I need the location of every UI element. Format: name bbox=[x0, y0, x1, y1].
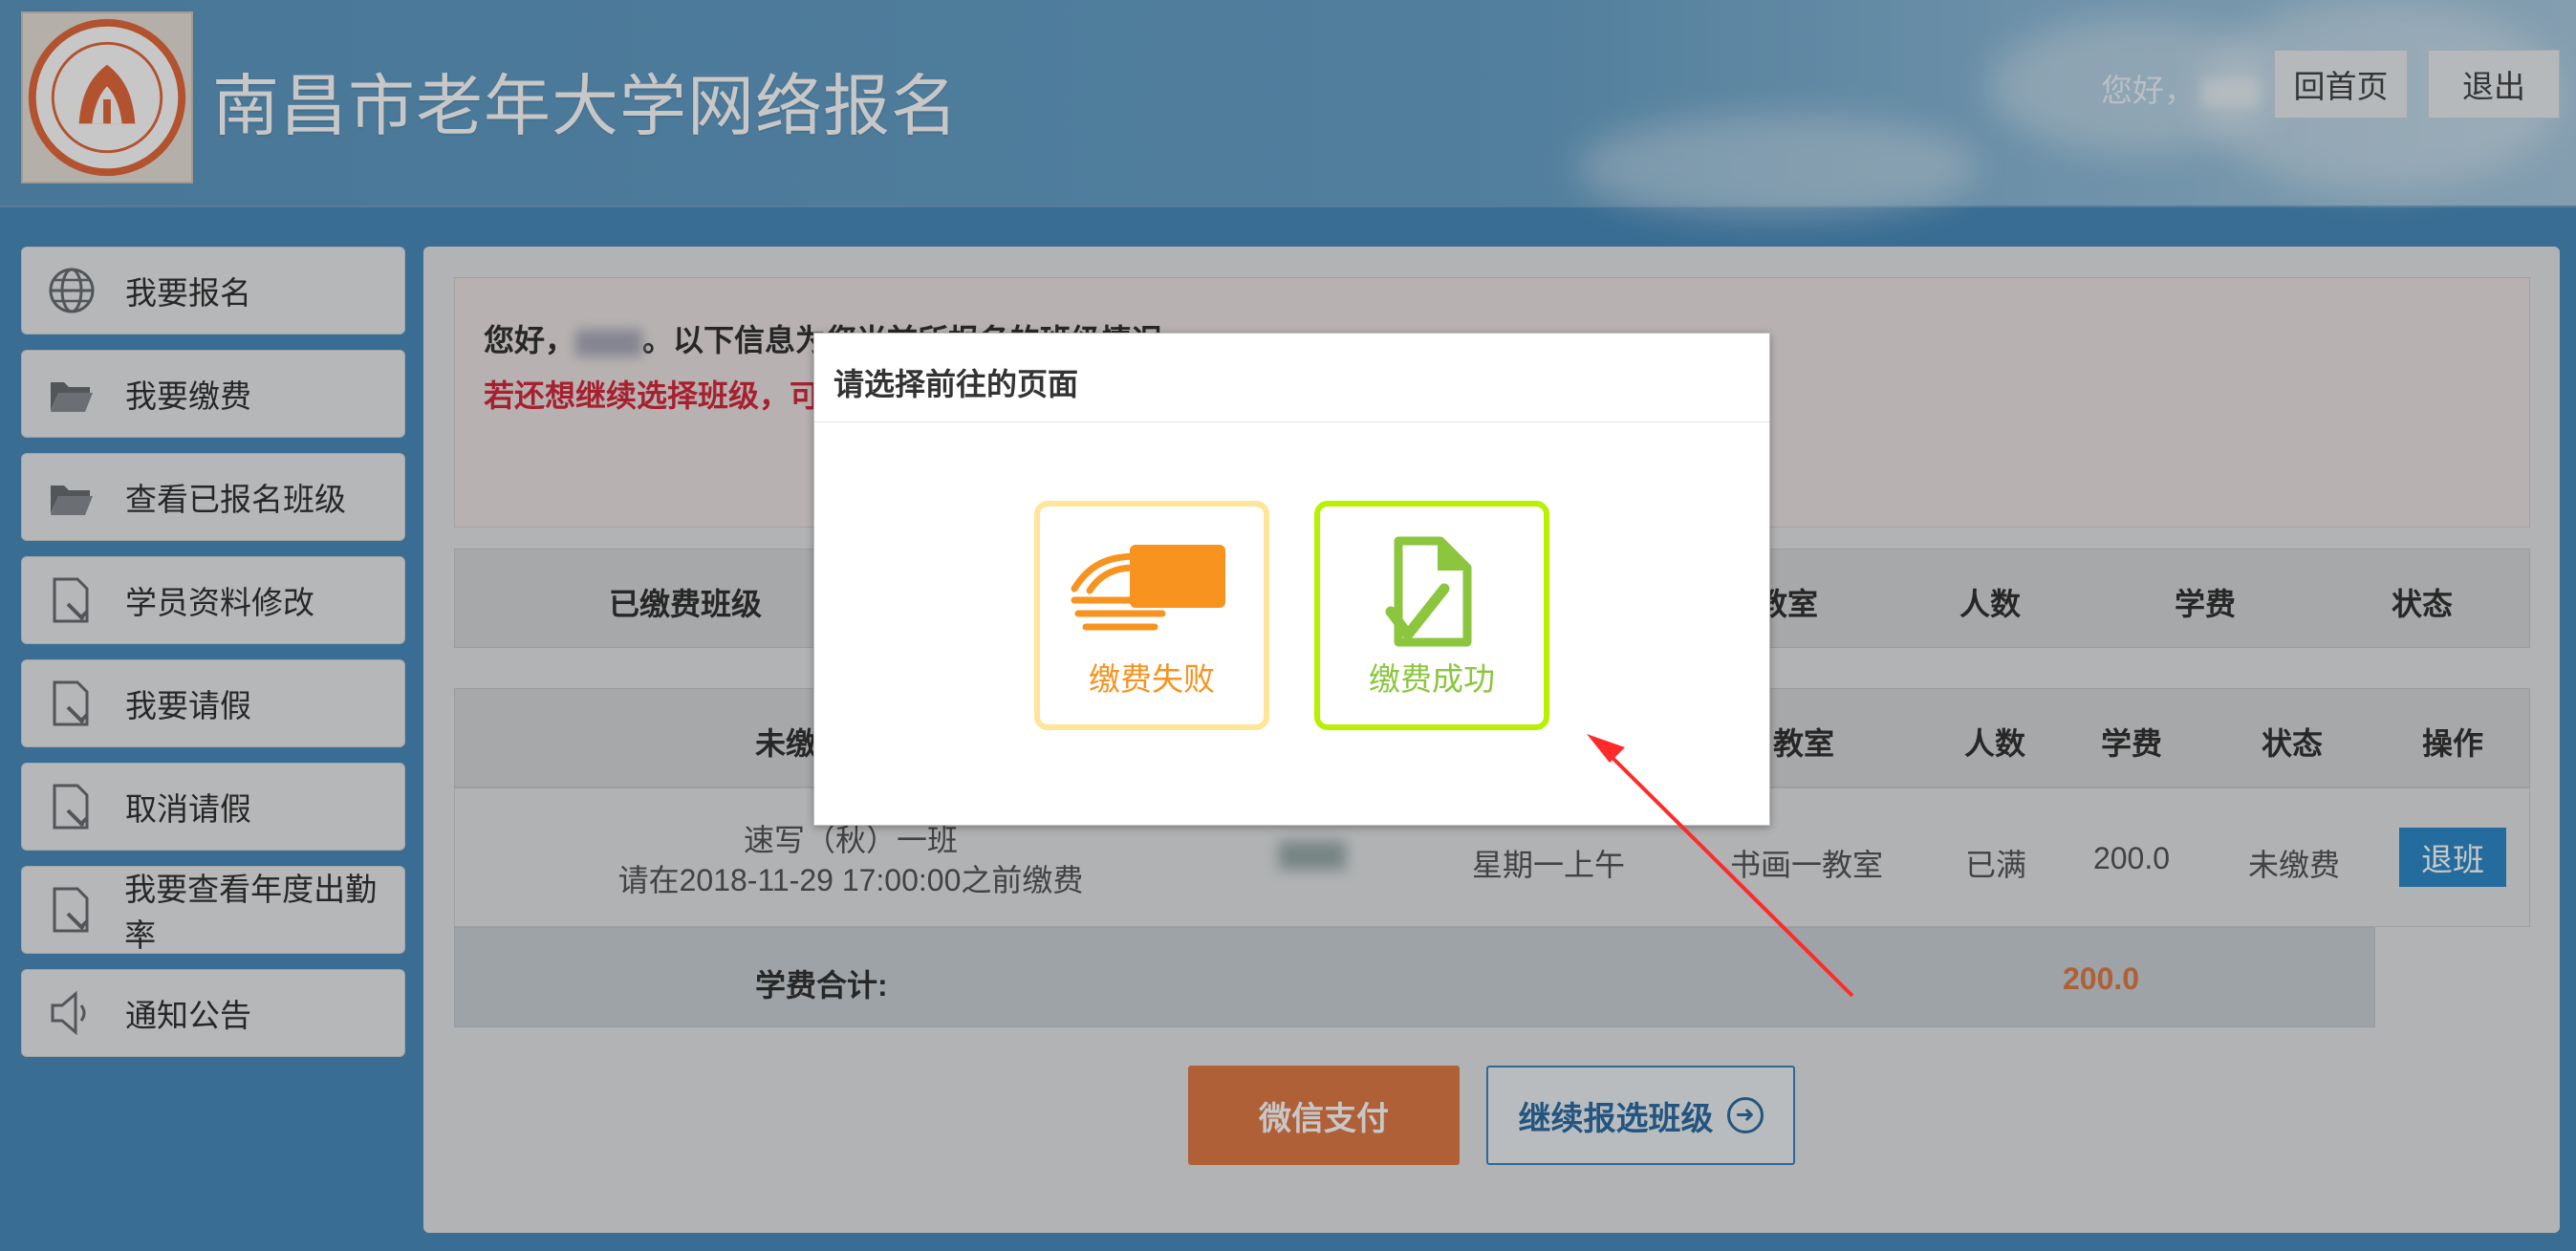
annotation-arrow-icon bbox=[1587, 734, 1854, 998]
